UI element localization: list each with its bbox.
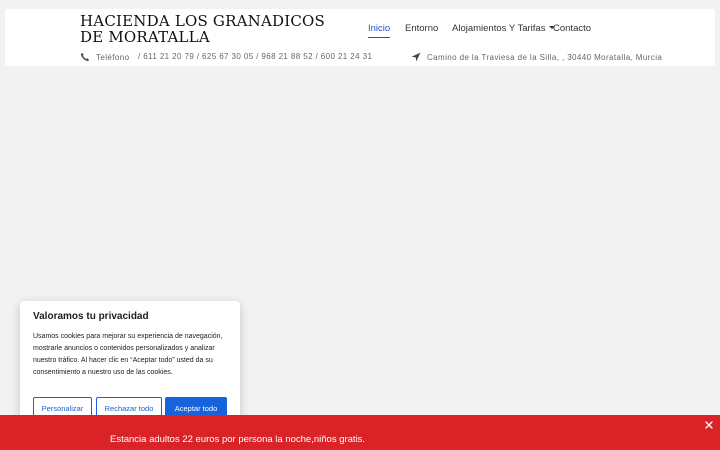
- address-text: Camino de la Traviesa de la Silla, , 304…: [427, 53, 663, 62]
- nav-item-contacto[interactable]: Contacto: [553, 23, 591, 35]
- promo-banner: Estancia adultos 22 euros por persona la…: [0, 415, 720, 450]
- close-icon[interactable]: [703, 419, 715, 431]
- nav-item-entorno[interactable]: Entorno: [405, 23, 438, 35]
- nav-item-inicio[interactable]: Inicio: [368, 23, 391, 38]
- nav-item-alojamientos-label: Alojamientos Y Tarifas: [452, 23, 546, 34]
- phone-info: Teléfono: [80, 52, 129, 63]
- address-info: Camino de la Traviesa de la Silla, , 304…: [411, 52, 662, 63]
- phone-icon: [80, 52, 90, 62]
- cookie-description: Usamos cookies para mejorar su experienc…: [33, 333, 223, 376]
- phone-label: Teléfono: [96, 53, 130, 62]
- location-arrow-icon: [411, 52, 421, 62]
- site-header: HACIENDA LOS GRANADICOS DE MORATALLA Ini…: [5, 9, 715, 66]
- promo-text: Estancia adultos 22 euros por persona la…: [110, 434, 366, 445]
- cookie-title: Valoramos tu privacidad: [33, 311, 149, 322]
- cookie-consent-dialog: Valoramos tu privacidad Usamos cookies p…: [20, 301, 240, 430]
- site-title[interactable]: HACIENDA LOS GRANADICOS DE MORATALLA: [80, 13, 340, 45]
- phone-numbers[interactable]: / 611 21 20 79 / 625 67 30 05 / 968 21 8…: [138, 52, 372, 62]
- nav-item-alojamientos[interactable]: Alojamientos Y Tarifas: [452, 23, 556, 35]
